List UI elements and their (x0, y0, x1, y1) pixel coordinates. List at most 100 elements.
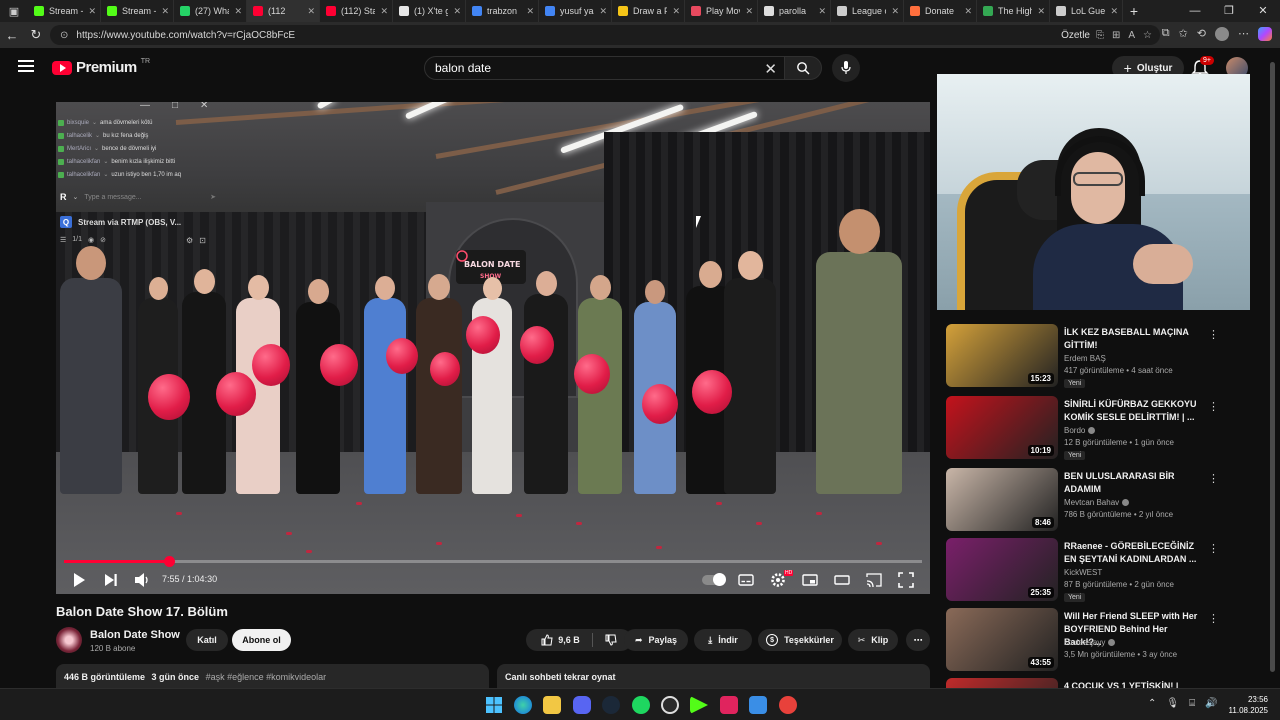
browser-tab[interactable]: The High ✕ (977, 0, 1050, 22)
back-arrow-icon[interactable]: ← (0, 28, 24, 43)
theater-mode-icon[interactable] (834, 572, 850, 588)
spotify-icon[interactable] (632, 696, 650, 714)
autoplay-toggle[interactable] (702, 573, 726, 586)
recommended-video[interactable]: 43:55 Will Her Friend SLEEP with Her BOYF… (946, 608, 1266, 672)
menu-icon[interactable] (18, 60, 34, 72)
new-tab-button[interactable]: + (1123, 3, 1145, 19)
tray-mic-icon[interactable]: 🎙 (1166, 698, 1179, 709)
browser-tab[interactable]: trabzon ✕ (466, 0, 539, 22)
overlay-maximize-icon[interactable]: □ (172, 102, 178, 111)
tab-actions-icon[interactable]: ▣ (0, 0, 28, 22)
search-input[interactable]: balon date ✕ (424, 56, 786, 80)
apps-icon[interactable]: ⊞ (1112, 30, 1120, 41)
video-thumbnail[interactable]: 10:19 (946, 396, 1058, 459)
tab-close-icon[interactable]: ✕ (672, 6, 680, 17)
split-screen-icon[interactable]: ⧉ (1162, 27, 1170, 41)
maximize-icon[interactable]: ❐ (1212, 0, 1246, 22)
tab-close-icon[interactable]: ✕ (891, 6, 899, 17)
browser-tab[interactable]: (1) X'te g ✕ (393, 0, 466, 22)
recommended-channel-name[interactable]: Bordo (1064, 426, 1085, 435)
start-windows-icon[interactable] (485, 696, 503, 714)
browser-tab[interactable]: parolla ✕ (758, 0, 831, 22)
chat-message-input[interactable]: R ⌄ Type a message... ➤ (56, 190, 216, 204)
browser-tab[interactable]: LoL Gues ✕ (1050, 0, 1123, 22)
share-button[interactable]: ➦ Paylaş (624, 629, 688, 651)
voice-search-button[interactable] (832, 54, 860, 82)
tab-close-icon[interactable]: ✕ (234, 6, 242, 17)
tray-network-icon[interactable]: ⌸ (1189, 698, 1195, 709)
tab-close-icon[interactable]: ✕ (307, 6, 315, 17)
read-aloud-icon[interactable]: A (1128, 30, 1135, 41)
more-menu-icon[interactable]: ⋯ (1238, 27, 1249, 41)
volume-icon[interactable] (134, 572, 150, 588)
link-icon[interactable]: ⊘ (100, 236, 106, 244)
video-thumbnail[interactable]: 43:55 (946, 608, 1058, 671)
favorites-icon[interactable]: ✩ (1179, 27, 1188, 41)
recommended-video[interactable]: 10:19 SİNİRLİ KÜFÜRBAZ GEKKOYU KOMİK SESL… (946, 396, 1266, 460)
tab-close-icon[interactable]: ✕ (964, 6, 972, 17)
recommended-title[interactable]: RRaenee - GÖREBİLECEĞİNİZ EN ŞEYTANİ KAD… (1064, 540, 1204, 566)
paint-icon[interactable] (749, 696, 767, 714)
recommended-channel[interactable]: soulessjayy (1064, 638, 1116, 647)
taskbar-clock[interactable]: 23:56 11.08.2025 (1228, 694, 1268, 716)
tab-close-icon[interactable]: ✕ (380, 6, 388, 17)
browser-tab[interactable]: Draw a P ✕ (612, 0, 685, 22)
url-text[interactable]: https://www.youtube.com/watch?v=rCjaOC8b… (76, 30, 295, 41)
channel-avatar[interactable] (56, 627, 82, 653)
join-button[interactable]: Katıl (186, 629, 228, 651)
channel-name[interactable]: Balon Date Show (90, 629, 180, 641)
copilot-icon[interactable] (1258, 27, 1272, 41)
video-player[interactable]: BALON DATE SHOW bixsquie⌄ama dövmeleri k… (56, 102, 930, 594)
minimize-icon[interactable]: — (1178, 0, 1212, 22)
clip-button[interactable]: ✂ Klip (848, 629, 898, 651)
recommended-title[interactable]: BEN ULUSLARARASI BİR ADAMIM (1064, 470, 1204, 496)
more-actions-button[interactable]: ⋯ (906, 629, 930, 651)
recommended-channel[interactable]: Mevtcan Bahav (1064, 498, 1130, 507)
favorite-star-icon[interactable]: ☆ (1143, 30, 1152, 41)
video-thumbnail[interactable]: 8:46 (946, 468, 1058, 531)
riot-client-icon[interactable] (720, 696, 738, 714)
address-bar[interactable]: ⊙ https://www.youtube.com/watch?v=rCjaOC… (50, 25, 1160, 45)
tab-close-icon[interactable]: ✕ (599, 6, 607, 17)
league-client-icon[interactable] (779, 696, 797, 714)
translate-icon[interactable]: ⎘ (1096, 30, 1104, 41)
tray-volume-icon[interactable]: 🔊 (1205, 698, 1217, 709)
recommended-channel-name[interactable]: soulessjayy (1064, 638, 1105, 647)
video-options-icon[interactable]: ⋮ (1208, 612, 1219, 625)
recommended-channel[interactable]: Bordo (1064, 426, 1096, 435)
browser-tab[interactable]: (112) Stat ✕ (320, 0, 393, 22)
kick-app-icon[interactable] (690, 696, 708, 714)
site-info-icon[interactable]: ⊙ (60, 30, 68, 41)
recommended-channel-name[interactable]: KickWEST (1064, 568, 1102, 577)
cast-icon[interactable] (866, 572, 882, 588)
youtube-logo[interactable]: Premium TR (52, 58, 150, 76)
discord-icon[interactable] (573, 696, 591, 714)
recommended-video[interactable]: 15:23 İLK KEZ BASEBALL MAÇINA GİTTİM! Erde… (946, 324, 1266, 388)
download-button[interactable]: ⤓ İndir (694, 629, 752, 651)
thanks-button[interactable]: $ Teşekkürler (758, 629, 842, 651)
overlay-close-icon[interactable]: ✕ (200, 102, 208, 111)
recommended-channel[interactable]: KickWEST (1064, 568, 1102, 577)
tab-close-icon[interactable]: ✕ (1110, 6, 1118, 17)
miniplayer-icon[interactable] (802, 572, 818, 588)
clear-search-icon[interactable]: ✕ (764, 60, 777, 78)
video-options-icon[interactable]: ⋮ (1208, 472, 1219, 485)
browser-tab[interactable]: Stream - ✕ (28, 0, 101, 22)
recommended-video[interactable]: 8:46 BEN ULUSLARARASI BİR ADAMIM Mevtcan B… (946, 468, 1266, 532)
tab-close-icon[interactable]: ✕ (453, 6, 461, 17)
search-value[interactable]: balon date (435, 61, 491, 75)
tray-chevron-icon[interactable]: ⌃ (1148, 698, 1156, 709)
browser-tab[interactable]: (27) What ✕ (174, 0, 247, 22)
recommended-video[interactable]: 25:35 RRaenee - GÖREBİLECEĞİNİZ EN ŞEYTAN… (946, 538, 1266, 602)
send-arrow-icon[interactable]: ➤ (210, 193, 216, 201)
video-options-icon[interactable]: ⋮ (1208, 542, 1219, 555)
source-expand-icon[interactable]: ⊡ (199, 236, 206, 245)
recommended-channel[interactable]: Erdem BAŞ (1064, 354, 1106, 363)
file-explorer-icon[interactable] (543, 696, 561, 714)
video-thumbnail[interactable]: 15:23 (946, 324, 1058, 387)
history-icon[interactable]: ⟲ (1197, 27, 1206, 41)
next-video-icon[interactable] (104, 572, 118, 588)
steam-icon[interactable] (602, 696, 620, 714)
search-button[interactable] (784, 56, 822, 80)
tab-close-icon[interactable]: ✕ (1037, 6, 1045, 17)
